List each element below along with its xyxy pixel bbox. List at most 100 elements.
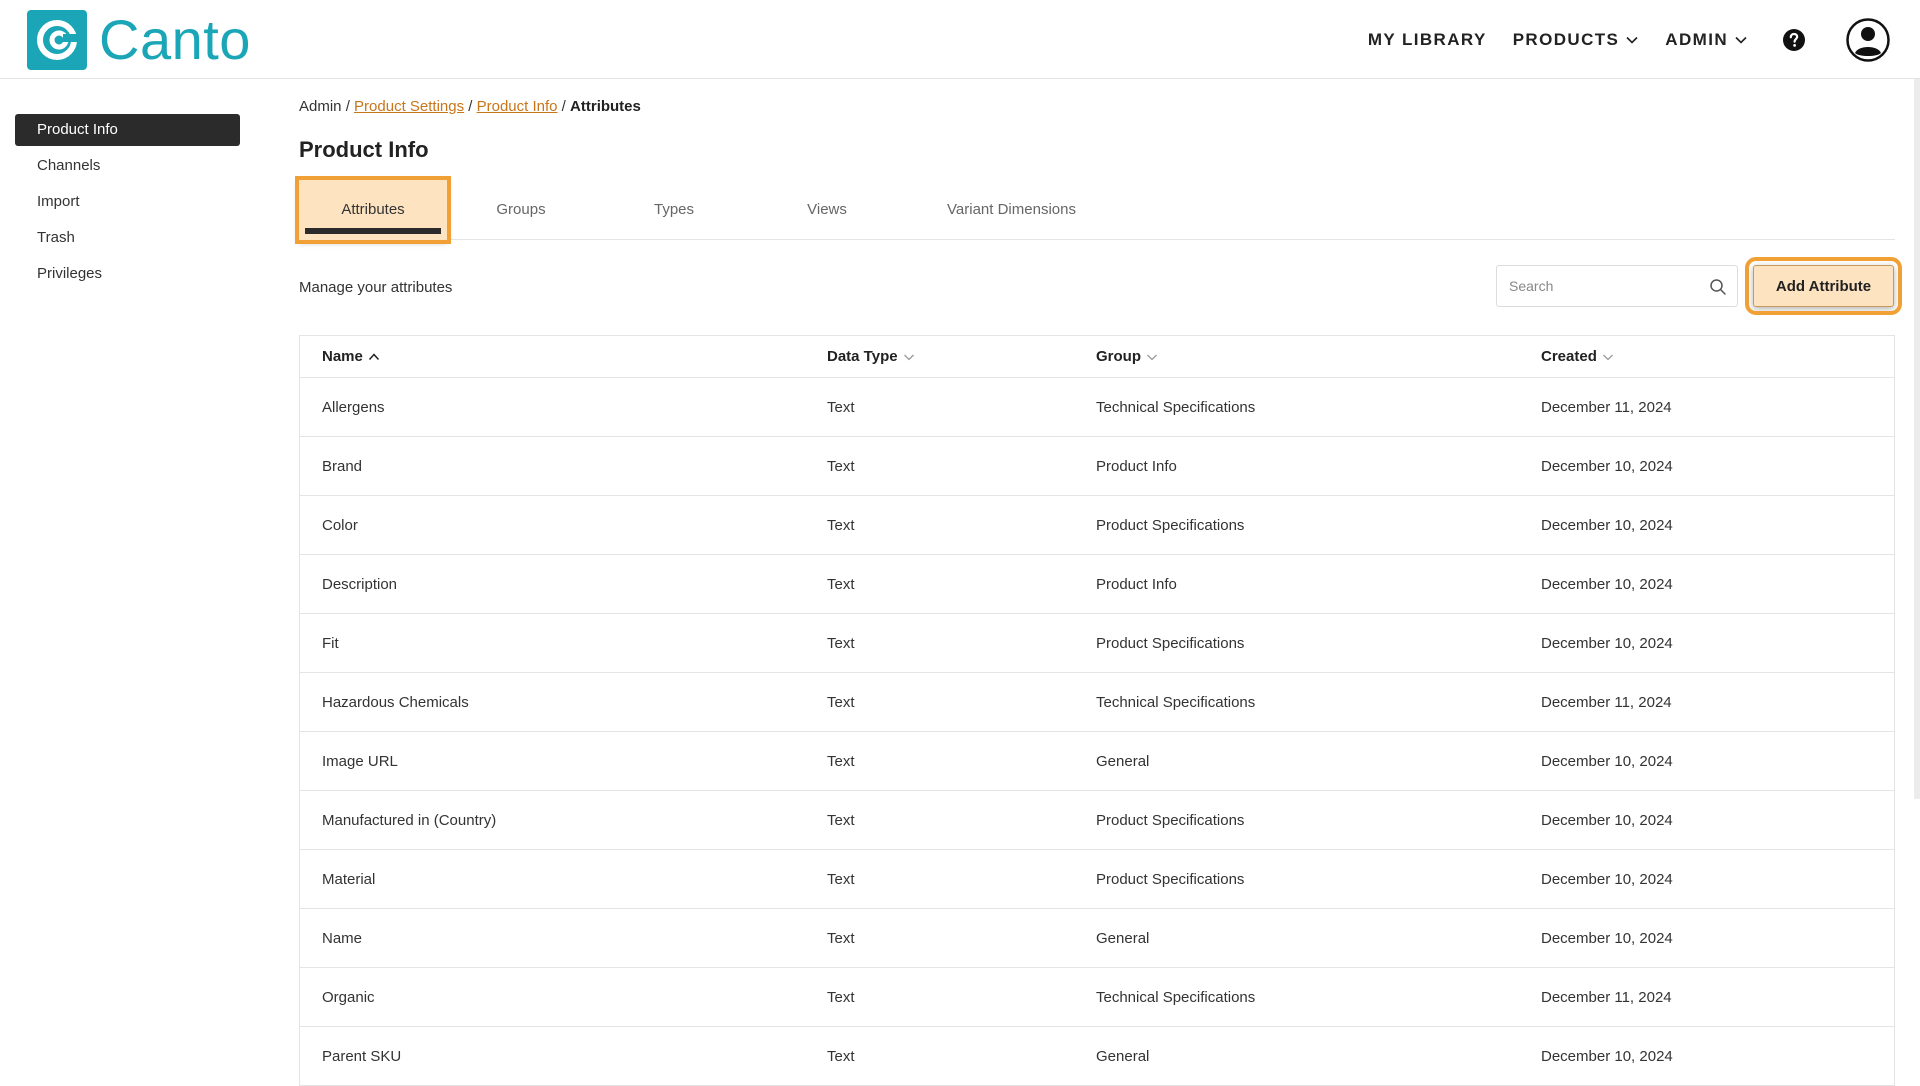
- sidebar-item-label: Trash: [37, 229, 75, 246]
- cell-group: Technical Specifications: [1096, 988, 1256, 1006]
- tab-variant-dimensions[interactable]: Variant Dimensions: [919, 180, 1104, 240]
- cell-data-type: Text: [827, 811, 855, 829]
- cell-created: December 10, 2024: [1541, 457, 1673, 475]
- cell-data-type: Text: [827, 693, 855, 711]
- sidebar-item-label: Privileges: [37, 265, 103, 282]
- column-header-group[interactable]: Group: [1096, 348, 1158, 365]
- nav-admin-label: ADMIN: [1665, 29, 1728, 49]
- breadcrumb-separator: /: [557, 98, 571, 115]
- breadcrumb-root: Admin: [299, 98, 342, 115]
- cell-group: General: [1096, 1047, 1150, 1065]
- cell-created: December 10, 2024: [1541, 634, 1673, 652]
- table-row[interactable]: Organic Text Technical Specifications De…: [300, 968, 1894, 1027]
- cell-name: Name: [322, 929, 363, 947]
- cell-group: Technical Specifications: [1096, 398, 1256, 416]
- chevron-down-icon: [1735, 36, 1747, 44]
- cell-group: Product Specifications: [1096, 516, 1245, 534]
- tab-types[interactable]: Types: [614, 180, 734, 240]
- column-header-created[interactable]: Created: [1541, 348, 1614, 365]
- cell-created: December 10, 2024: [1541, 1047, 1673, 1065]
- sidebar-item-label: Channels: [37, 157, 101, 174]
- search-input[interactable]: [1497, 278, 1697, 294]
- sidebar-item-product-info[interactable]: Product Info: [15, 114, 240, 146]
- table-row[interactable]: Image URL Text General December 10, 2024: [300, 732, 1894, 791]
- cell-created: December 11, 2024: [1541, 988, 1672, 1006]
- cell-name: Description: [322, 575, 398, 593]
- search-icon[interactable]: [1709, 278, 1727, 296]
- nav-my-library[interactable]: MY LIBRARY: [1368, 30, 1487, 50]
- cell-data-type: Text: [827, 634, 855, 652]
- sidebar-item-trash[interactable]: Trash: [15, 222, 240, 254]
- tab-groups[interactable]: Groups: [461, 180, 581, 240]
- column-header-label: Data Type: [827, 348, 898, 365]
- cell-group: Product Info: [1096, 457, 1177, 475]
- user-avatar-icon[interactable]: [1846, 17, 1890, 62]
- sidebar-item-privileges[interactable]: Privileges: [15, 258, 240, 290]
- cell-data-type: Text: [827, 988, 855, 1006]
- cell-name: Manufactured in (Country): [322, 811, 497, 829]
- table-row[interactable]: Description Text Product Info December 1…: [300, 555, 1894, 614]
- cell-data-type: Text: [827, 752, 855, 770]
- sidebar-item-import[interactable]: Import: [15, 186, 240, 218]
- breadcrumb-separator: /: [341, 98, 355, 115]
- sidebar-item-label: Product Info: [37, 121, 118, 138]
- cell-group: Product Specifications: [1096, 634, 1245, 652]
- tab-label: Variant Dimensions: [947, 201, 1076, 218]
- table-row[interactable]: Allergens Text Technical Specifications …: [300, 378, 1894, 437]
- table-row[interactable]: Color Text Product Specifications Decemb…: [300, 496, 1894, 555]
- cell-name: Material: [322, 870, 376, 888]
- cell-name: Brand: [322, 457, 363, 475]
- cell-created: December 10, 2024: [1541, 575, 1673, 593]
- nav-admin[interactable]: ADMIN: [1665, 30, 1748, 50]
- table-row[interactable]: Manufactured in (Country) Text Product S…: [300, 791, 1894, 850]
- column-header-label: Name: [322, 348, 363, 365]
- chevron-down-icon: [1602, 354, 1613, 360]
- cell-group: Product Specifications: [1096, 870, 1245, 888]
- page-title: Product Info: [299, 137, 429, 162]
- table-row[interactable]: Material Text Product Specifications Dec…: [300, 850, 1894, 909]
- breadcrumb-separator: /: [464, 98, 477, 115]
- table-row[interactable]: Fit Text Product Specifications December…: [300, 614, 1894, 673]
- tab-label: Types: [653, 201, 695, 218]
- top-nav: MY LIBRARY PRODUCTS ADMIN: [1368, 0, 1920, 79]
- cell-created: December 10, 2024: [1541, 870, 1673, 888]
- cell-created: December 10, 2024: [1541, 516, 1673, 534]
- cell-created: December 11, 2024: [1541, 398, 1672, 416]
- table-row[interactable]: Brand Text Product Info December 10, 202…: [300, 437, 1894, 496]
- tab-bar: Attributes Groups Types Views Variant Di…: [295, 176, 1895, 244]
- chevron-down-icon: [1626, 36, 1638, 44]
- search-field[interactable]: [1496, 265, 1738, 307]
- cell-data-type: Text: [827, 870, 855, 888]
- nav-products-label: PRODUCTS: [1512, 29, 1620, 49]
- cell-name: Parent SKU: [322, 1047, 402, 1065]
- tab-attributes[interactable]: Attributes: [295, 176, 451, 244]
- sidebar-item-channels[interactable]: Channels: [15, 150, 240, 182]
- cell-group: General: [1096, 752, 1150, 770]
- column-header-name[interactable]: Name: [322, 348, 380, 365]
- cell-name: Hazardous Chemicals: [322, 693, 469, 711]
- column-header-label: Group: [1096, 348, 1141, 365]
- chevron-down-icon: [903, 354, 914, 360]
- breadcrumb-link-product-info[interactable]: Product Info: [477, 98, 558, 115]
- cell-data-type: Text: [827, 516, 855, 534]
- cell-created: December 10, 2024: [1541, 752, 1673, 770]
- breadcrumb-link-product-settings[interactable]: Product Settings: [354, 98, 464, 115]
- table-row[interactable]: Parent SKU Text General December 10, 202…: [300, 1027, 1894, 1086]
- table-row[interactable]: Name Text General December 10, 2024: [300, 909, 1894, 968]
- sort-ascending-icon: [368, 352, 379, 360]
- cell-name: Allergens: [322, 398, 385, 416]
- canto-logo[interactable]: Canto: [27, 10, 251, 70]
- help-icon[interactable]: [1782, 28, 1806, 52]
- add-attribute-button[interactable]: Add Attribute: [1745, 257, 1902, 315]
- cell-name: Fit: [322, 634, 339, 652]
- cell-data-type: Text: [827, 457, 855, 475]
- brand-name: Canto: [99, 8, 251, 71]
- cell-data-type: Text: [827, 929, 855, 947]
- table-row[interactable]: Hazardous Chemicals Text Technical Speci…: [300, 673, 1894, 732]
- column-header-data-type[interactable]: Data Type: [827, 348, 915, 365]
- cell-created: December 10, 2024: [1541, 929, 1673, 947]
- vertical-scrollbar[interactable]: [1914, 79, 1920, 799]
- cell-group: Product Specifications: [1096, 811, 1245, 829]
- tab-views[interactable]: Views: [767, 180, 887, 240]
- nav-products[interactable]: PRODUCTS: [1513, 30, 1640, 50]
